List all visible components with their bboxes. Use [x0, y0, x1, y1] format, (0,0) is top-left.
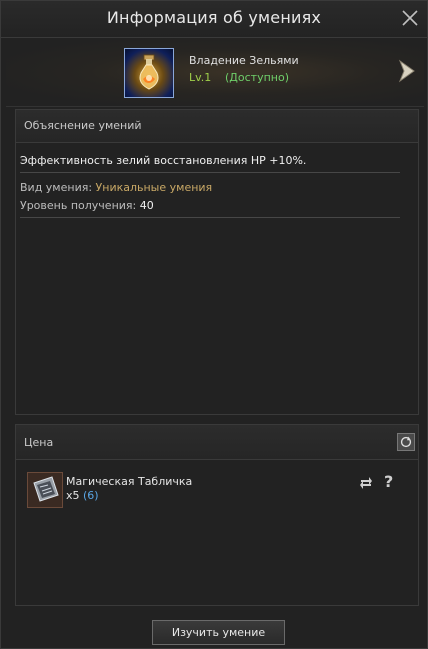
skill-header: Владение Зельями Lv.1 (Доступно)	[6, 38, 424, 107]
price-header: Цена	[16, 425, 418, 460]
skill-info-window: Информация об умениях Владение Зельями L…	[0, 0, 428, 649]
help-icon[interactable]: ?	[384, 472, 393, 491]
price-panel: Цена Магическая Табличка x5 (6) ?	[15, 424, 419, 606]
magic-tablet-icon[interactable]	[27, 472, 63, 508]
refresh-icon[interactable]	[397, 433, 415, 451]
skill-name: Владение Зельями	[189, 54, 299, 67]
learn-skill-button[interactable]: Изучить умение	[152, 620, 285, 645]
price-header-label: Цена	[24, 436, 54, 449]
acquire-level-value: 40	[139, 199, 154, 212]
acquire-level-label: Уровень получения:	[20, 199, 137, 212]
acquire-level-row: Уровень получения: 40	[20, 199, 154, 212]
close-icon[interactable]	[399, 7, 421, 29]
skill-type-row: Вид умения: Уникальные умения	[20, 181, 212, 194]
next-skill-arrow-icon[interactable]	[396, 58, 418, 84]
skill-level: Lv.1	[189, 71, 212, 84]
skill-description-panel: Объяснение умений Эффективность зелий во…	[15, 109, 419, 415]
item-name: Магическая Табличка	[66, 475, 193, 488]
potion-icon	[124, 48, 174, 98]
title-bar: Информация об умениях	[1, 1, 427, 38]
description-header: Объяснение умений	[16, 110, 418, 143]
swap-icon[interactable]	[358, 475, 374, 491]
item-required-qty: x5	[66, 489, 80, 502]
skill-effect-text: Эффективность зелий восстановления HP +1…	[20, 154, 307, 167]
description-header-label: Объяснение умений	[24, 119, 142, 132]
divider	[20, 217, 400, 218]
item-owned-qty: (6)	[83, 489, 99, 502]
skill-type-label: Вид умения:	[20, 181, 93, 194]
item-quantity: x5 (6)	[66, 489, 99, 502]
skill-availability: (Доступно)	[225, 71, 289, 84]
window-title: Информация об умениях	[106, 8, 322, 27]
skill-type-value: Уникальные умения	[95, 181, 213, 194]
divider	[20, 172, 400, 173]
